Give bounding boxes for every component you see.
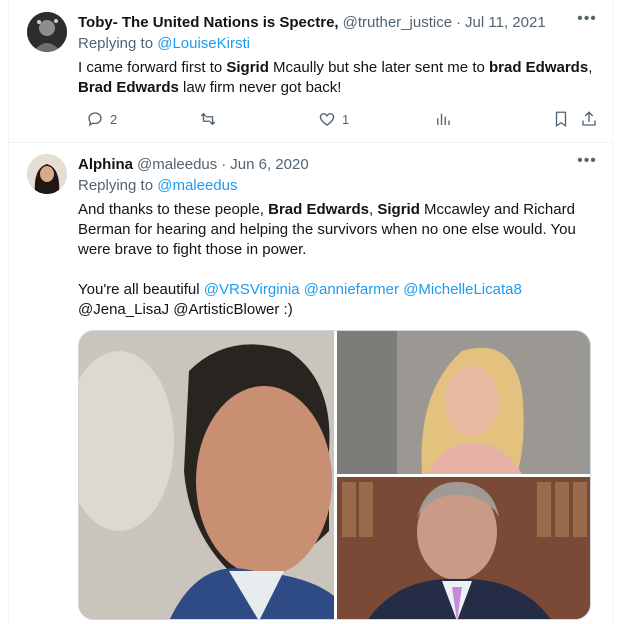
heart-icon <box>319 113 335 126</box>
photo-man-closeup-art <box>79 331 334 619</box>
text-bold: Sigrid <box>377 201 420 218</box>
share-button[interactable] <box>580 110 598 128</box>
tweet-date[interactable]: Jun 6, 2020 <box>230 156 308 173</box>
user-handle[interactable]: @maleedus <box>137 156 217 173</box>
text-part: You're all beautiful <box>78 281 204 298</box>
text-part: , <box>588 59 593 76</box>
more-horizontal-icon[interactable]: ••• <box>577 153 597 174</box>
replying-to: Replying to @maleedus <box>78 177 597 197</box>
photo-older-man-art <box>337 477 590 619</box>
media-grid[interactable] <box>78 330 591 620</box>
text-bold: Brad Edwards <box>268 201 370 218</box>
like-count: 1 <box>342 111 350 127</box>
replying-to-label: Replying to <box>78 177 158 194</box>
text-part: And thanks to these people, <box>78 201 269 218</box>
share-icon <box>582 111 596 126</box>
tweet-text: And thanks to these people, Brad Edwards… <box>78 200 597 320</box>
retweet-icon <box>200 112 216 126</box>
text-part: law firm never got back! <box>178 79 342 96</box>
text-bold: brad Edwards <box>489 59 589 76</box>
user-handle[interactable]: @truther_justice <box>343 14 452 31</box>
tweet-1[interactable]: Toby- The United Nations is Spectre, @tr… <box>8 0 613 143</box>
replying-to-label: Replying to <box>78 35 158 52</box>
tweet-actions: 2 1 <box>86 110 606 130</box>
retweet-button[interactable] <box>199 110 217 128</box>
separator-dot: · <box>456 13 462 31</box>
text-part: I came forward first to <box>78 59 227 76</box>
photo-older-man[interactable] <box>337 477 590 619</box>
bookmark-button[interactable] <box>552 110 570 128</box>
reply-count: 2 <box>110 111 118 127</box>
text-bold: Brad Edwards <box>78 79 179 96</box>
replying-to-handle[interactable]: @LouiseKirsti <box>157 35 250 52</box>
photo-woman-speaking[interactable] <box>337 331 590 474</box>
tweet-text: I came forward first to Sigrid Mcaully b… <box>78 58 597 98</box>
mention-link[interactable]: @MichelleLicata8 <box>403 281 522 298</box>
views-icon <box>437 113 450 125</box>
avatar-image <box>27 154 67 194</box>
photo-woman-speaking-art <box>337 331 590 474</box>
tweet-header: Alphina @maleedus · Jun 6, 2020 <box>78 154 597 174</box>
text-part: @Jena_LisaJ @ArtisticBlower :) <box>78 301 293 318</box>
photo-man-closeup[interactable] <box>79 331 334 619</box>
display-name[interactable]: Alphina <box>78 156 133 173</box>
like-button[interactable]: 1 <box>318 110 349 128</box>
views-button[interactable] <box>434 110 452 128</box>
mention-link[interactable]: @VRSVirginia <box>204 281 300 298</box>
reply-button[interactable]: 2 <box>86 110 117 128</box>
mention-link[interactable]: @anniefarmer <box>304 281 399 298</box>
text-part: Mcaully but she later sent me to <box>268 59 489 76</box>
avatar-image <box>27 12 67 52</box>
replying-to: Replying to @LouiseKirsti <box>78 35 597 55</box>
more-horizontal-icon[interactable]: ••• <box>577 11 597 32</box>
tweet-date[interactable]: Jul 11, 2021 <box>465 14 546 31</box>
replying-to-handle[interactable]: @maleedus <box>157 177 237 194</box>
avatar[interactable] <box>27 12 67 52</box>
reply-icon <box>88 112 102 127</box>
separator-dot: · <box>221 155 227 173</box>
tweet-2[interactable]: Alphina @maleedus · Jun 6, 2020 ••• Repl… <box>8 143 613 624</box>
display-name[interactable]: Toby- The United Nations is Spectre, <box>78 14 339 31</box>
bookmark-icon <box>555 111 567 128</box>
avatar[interactable] <box>27 154 67 194</box>
text-bold: Sigrid <box>226 59 269 76</box>
tweet-header: Toby- The United Nations is Spectre, @tr… <box>78 12 597 32</box>
